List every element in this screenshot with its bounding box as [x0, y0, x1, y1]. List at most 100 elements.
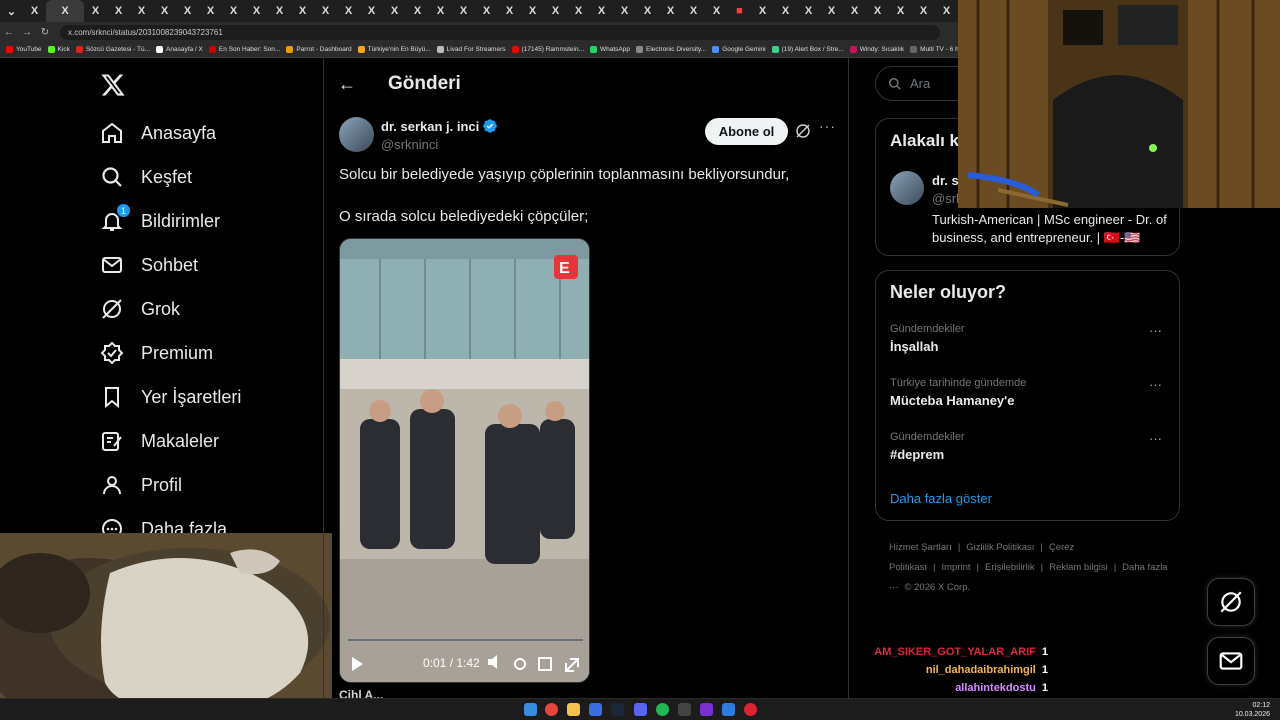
- tab[interactable]: X: [521, 0, 544, 22]
- tab-menu-icon[interactable]: ⌄: [0, 0, 23, 22]
- back-arrow-icon[interactable]: ←: [338, 74, 356, 95]
- tab[interactable]: X: [682, 0, 705, 22]
- bookmark-item[interactable]: (19) Alert Box / Stre...: [771, 46, 844, 53]
- tab[interactable]: X: [429, 0, 452, 22]
- tab[interactable]: X: [176, 0, 199, 22]
- bookmark-item[interactable]: Google Gemini: [712, 46, 766, 53]
- app-icon[interactable]: [700, 703, 713, 716]
- app-icon[interactable]: [678, 703, 691, 716]
- bookmark-item[interactable]: En Son Haber: Son...: [208, 46, 280, 53]
- tab[interactable]: X: [107, 0, 130, 22]
- tab[interactable]: X: [705, 0, 728, 22]
- author-name[interactable]: dr. serkan j. inci: [381, 119, 479, 134]
- footer-link[interactable]: Erişilebilirlik: [985, 562, 1035, 573]
- tab[interactable]: X: [797, 0, 820, 22]
- tab[interactable]: X: [84, 0, 107, 22]
- app-icon[interactable]: [722, 703, 735, 716]
- bookmark-item[interactable]: YouTube: [6, 46, 42, 53]
- tab[interactable]: X: [498, 0, 521, 22]
- tab[interactable]: X: [636, 0, 659, 22]
- bookmark-item[interactable]: Electronic Diversity...: [636, 46, 706, 53]
- bookmark-item[interactable]: Parrot - Dashboard: [286, 46, 352, 53]
- sidebar-item-grok[interactable]: Grok: [100, 295, 180, 323]
- spotify-icon[interactable]: [656, 703, 669, 716]
- folder-icon[interactable]: [567, 703, 580, 716]
- tab[interactable]: X: [912, 0, 935, 22]
- bookmark-item[interactable]: WhatsApp: [590, 46, 630, 53]
- tab[interactable]: X: [222, 0, 245, 22]
- tab[interactable]: X: [360, 0, 383, 22]
- footer-link[interactable]: Imprint: [941, 562, 970, 573]
- tab[interactable]: X: [774, 0, 797, 22]
- sidebar-item-profile[interactable]: Profil: [100, 471, 182, 499]
- tab[interactable]: X: [590, 0, 613, 22]
- related-avatar[interactable]: [890, 171, 924, 205]
- tab[interactable]: X: [314, 0, 337, 22]
- trend-item[interactable]: Gündemdekiler #deprem ···: [890, 431, 1170, 462]
- url-field[interactable]: x.com/srknci/status/2031008239043723761: [60, 24, 940, 40]
- tab[interactable]: X: [659, 0, 682, 22]
- subscribe-button[interactable]: Abone ol: [705, 118, 788, 145]
- tab[interactable]: X: [291, 0, 314, 22]
- bookmark-item[interactable]: (17145) Rammstein...: [511, 46, 584, 53]
- tab[interactable]: X: [337, 0, 360, 22]
- tab[interactable]: X: [383, 0, 406, 22]
- tab[interactable]: X: [406, 0, 429, 22]
- tab[interactable]: X: [751, 0, 774, 22]
- tab[interactable]: X: [199, 0, 222, 22]
- author-handle[interactable]: @srkninci: [381, 137, 438, 152]
- bookmark-item[interactable]: Kick: [47, 46, 70, 53]
- tab[interactable]: X: [23, 0, 46, 22]
- sidebar-item-mail[interactable]: Sohbet: [100, 251, 198, 279]
- tab[interactable]: X: [475, 0, 498, 22]
- taskbar-clock[interactable]: 02:12 10.03.2026: [1235, 701, 1270, 719]
- related-name[interactable]: dr. s: [932, 173, 959, 188]
- sidebar-item-bookmark[interactable]: Yer İşaretleri: [100, 383, 241, 411]
- steam-icon[interactable]: [611, 703, 624, 716]
- sidebar-item-bell[interactable]: 1 Bildirimler: [100, 204, 220, 235]
- discord-icon[interactable]: [634, 703, 647, 716]
- forward-nav-icon[interactable]: →: [18, 27, 36, 38]
- x-logo-icon[interactable]: [100, 72, 126, 98]
- bookmark-item[interactable]: Windy: Sıcaklık: [849, 46, 904, 53]
- author-avatar[interactable]: [339, 117, 374, 152]
- reload-icon[interactable]: ↻: [36, 27, 54, 38]
- chrome-icon[interactable]: [545, 703, 558, 716]
- tab[interactable]: X: [245, 0, 268, 22]
- tab-active[interactable]: X: [46, 0, 84, 22]
- trend-more-icon[interactable]: ···: [1149, 377, 1162, 392]
- app-icon[interactable]: [589, 703, 602, 716]
- tab[interactable]: X: [567, 0, 590, 22]
- tab[interactable]: X: [935, 0, 958, 22]
- tab[interactable]: X: [613, 0, 636, 22]
- sidebar-item-search[interactable]: Keşfet: [100, 163, 192, 191]
- app-icon[interactable]: [744, 703, 757, 716]
- footer-link[interactable]: © 2026 X Corp.: [905, 582, 971, 593]
- tab[interactable]: ■: [728, 0, 751, 22]
- footer-link[interactable]: Hizmet Şartları: [889, 542, 952, 553]
- bookmark-item[interactable]: Livad For Streamers: [436, 46, 506, 53]
- grok-icon[interactable]: [794, 122, 812, 140]
- footer-link[interactable]: Gizlilik Politikası: [966, 542, 1034, 553]
- back-nav-icon[interactable]: ←: [0, 27, 18, 38]
- trend-item[interactable]: Türkiye tarihinde gündemde Mücteba Hamane…: [890, 377, 1170, 408]
- trend-more-icon[interactable]: ···: [1149, 323, 1162, 338]
- tab[interactable]: X: [866, 0, 889, 22]
- start-icon[interactable]: [524, 703, 537, 716]
- tab[interactable]: X: [820, 0, 843, 22]
- sidebar-item-premium[interactable]: Premium: [100, 339, 213, 367]
- bookmark-item[interactable]: Türkiye'nin En Büyü...: [357, 46, 431, 53]
- tab[interactable]: X: [153, 0, 176, 22]
- messages-fab-button[interactable]: [1207, 637, 1255, 685]
- tab[interactable]: X: [544, 0, 567, 22]
- tab[interactable]: X: [843, 0, 866, 22]
- tab[interactable]: X: [268, 0, 291, 22]
- more-options-icon[interactable]: ···: [819, 118, 836, 134]
- grok-fab-button[interactable]: [1207, 578, 1255, 626]
- sidebar-item-article[interactable]: Makaleler: [100, 427, 219, 455]
- tab[interactable]: X: [889, 0, 912, 22]
- bookmark-item[interactable]: Anasayfa / X: [156, 46, 203, 53]
- footer-link[interactable]: Reklam bilgisi: [1049, 562, 1108, 573]
- tab[interactable]: X: [130, 0, 153, 22]
- bookmark-item[interactable]: Sözcü Gazetesi - Tü...: [75, 46, 150, 53]
